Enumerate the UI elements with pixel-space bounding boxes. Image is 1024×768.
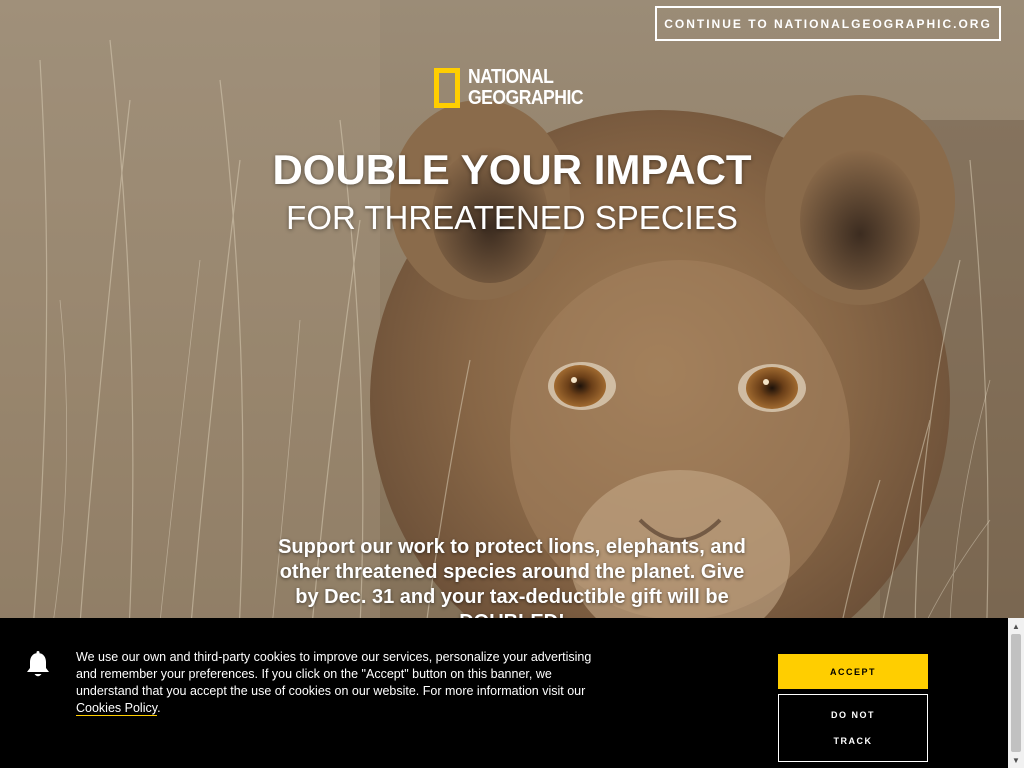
accept-button-label: ACCEPT [829,666,876,677]
cookie-banner-scrollbar[interactable]: ▲ ▼ [1008,618,1024,768]
bell-icon [27,651,49,677]
hero-body-line: by Dec. 31 and your tax-deductible gift … [295,586,729,608]
logo-line-1: NATIONAL [468,66,554,88]
scroll-up-arrow-icon[interactable]: ▲ [1008,618,1024,634]
cookie-text-line: We use our own and third-party cookies t… [76,650,592,664]
continue-to-site-label: CONTINUE TO NATIONALGEOGRAPHIC.ORG [664,16,992,31]
scroll-down-arrow-icon[interactable]: ▼ [1008,752,1024,768]
cookie-text-line: and remember your preferences. If you cl… [76,667,552,681]
scrollbar-thumb[interactable] [1011,634,1021,752]
hero-headline: DOUBLE YOUR IMPACT [272,146,752,193]
cookies-policy-link[interactable]: Cookies Policy [76,701,158,716]
continue-to-site-button[interactable]: CONTINUE TO NATIONALGEOGRAPHIC.ORG [655,6,1001,41]
national-geographic-logo: NATIONAL GEOGRAPHIC [434,64,599,112]
do-not-track-label-line2: TRACK [833,735,873,746]
do-not-track-label-line1: DO NOT [831,710,875,721]
logo-line-2: GEOGRAPHIC [468,87,584,109]
page: CONTINUE TO NATIONALGEOGRAPHIC.ORG NATIO… [0,0,1024,768]
cookie-text-line: understand that you accept the use of co… [76,684,586,698]
hero-body-line: other threatened species around the plan… [279,561,745,583]
cookie-notice-text: We use our own and third-party cookies t… [76,649,636,717]
cookie-banner: We use our own and third-party cookies t… [0,618,1008,768]
hero-subheadline: FOR THREATENED SPECIES [286,199,738,236]
cookie-text-period: . [157,701,161,715]
do-not-track-button[interactable]: DO NOT TRACK [778,694,928,762]
hero-body-line: Support our work to protect lions, eleph… [278,536,746,558]
yellow-border-logo-icon [434,68,460,108]
accept-cookies-button[interactable]: ACCEPT [778,654,928,689]
